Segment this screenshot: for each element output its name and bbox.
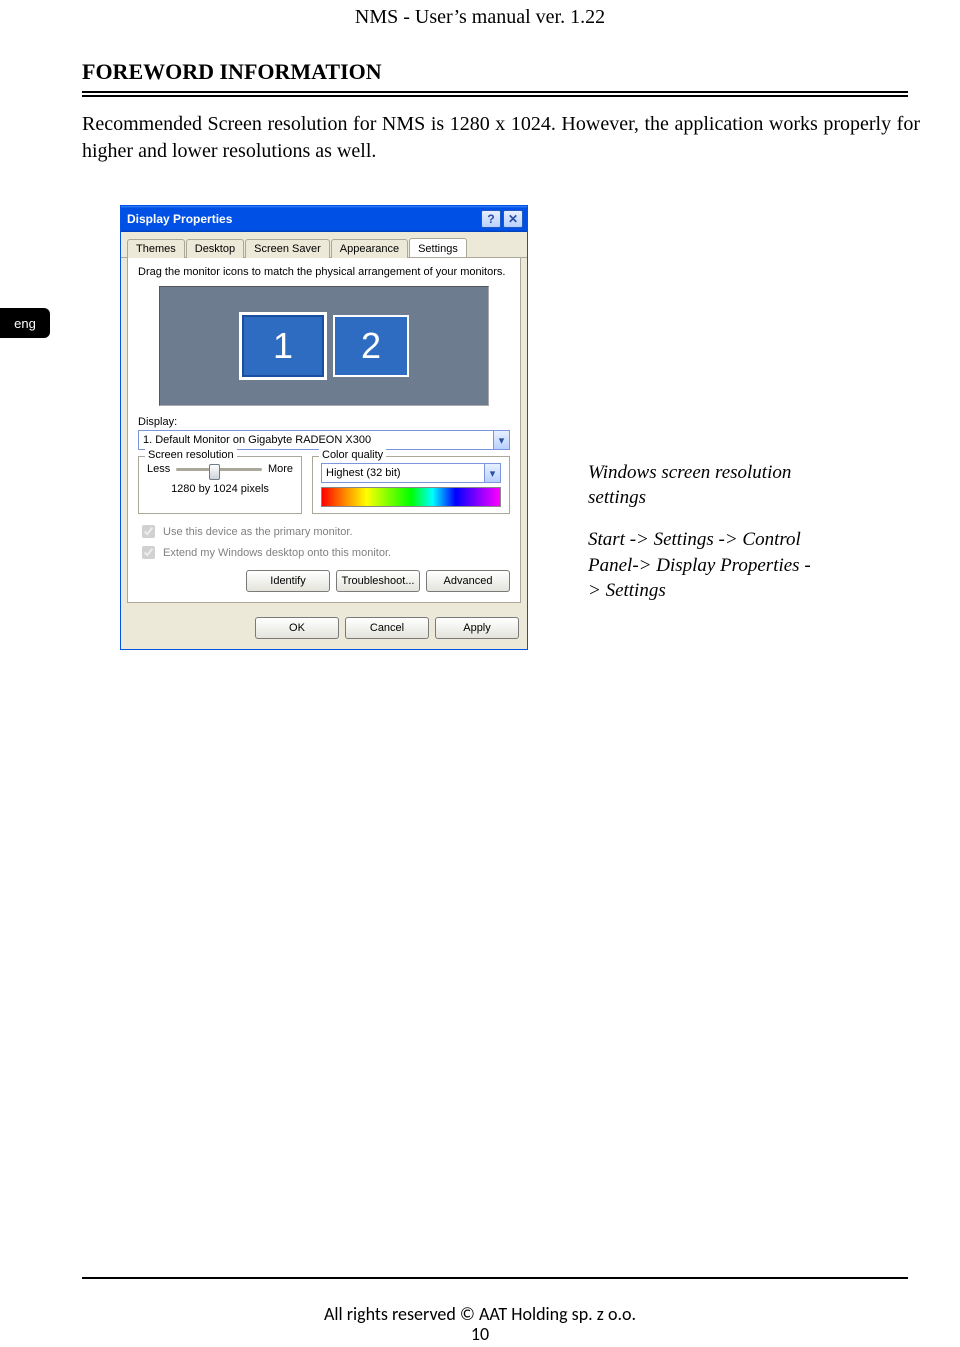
dialog-titlebar[interactable]: Display Properties ? ✕ <box>121 206 527 232</box>
caption-line-1: Windows screen resolution settings <box>588 460 818 511</box>
display-combo[interactable]: 1. Default Monitor on Gigabyte RADEON X3… <box>138 430 510 450</box>
chevron-down-icon[interactable]: ▾ <box>484 464 500 482</box>
footer-copyright: All rights reserved © AAT Holding sp. z … <box>0 1303 960 1325</box>
help-button[interactable]: ? <box>481 210 501 228</box>
primary-monitor-label: Use this device as the primary monitor. <box>163 526 353 538</box>
tab-appearance[interactable]: Appearance <box>331 239 408 258</box>
troubleshoot-button[interactable]: Troubleshoot... <box>336 570 420 592</box>
arrangement-hint: Drag the monitor icons to match the phys… <box>138 266 510 278</box>
body-paragraph: Recommended Screen resolution for NMS is… <box>82 111 920 165</box>
display-label: Display: <box>138 416 510 428</box>
language-tab[interactable]: eng <box>0 308 50 338</box>
monitor-2[interactable]: 2 <box>333 315 409 377</box>
section-title: FOREWORD INFORMATION <box>82 59 960 85</box>
color-quality-value: Highest (32 bit) <box>326 467 401 479</box>
tab-settings[interactable]: Settings <box>409 238 467 257</box>
footer-rule <box>82 1277 908 1279</box>
tab-strip: Themes Desktop Screen Saver Appearance S… <box>121 232 527 258</box>
extend-desktop-label: Extend my Windows desktop onto this moni… <box>163 547 391 559</box>
slider-less-label: Less <box>147 463 170 475</box>
screen-resolution-group: Less More 1280 by 1024 pixels <box>138 456 302 514</box>
monitor-options: Use this device as the primary monitor. … <box>138 522 510 562</box>
tab-panel-settings: Drag the monitor icons to match the phys… <box>127 258 521 603</box>
monitor-arrangement[interactable]: 1 2 <box>159 286 489 406</box>
cancel-button[interactable]: Cancel <box>345 617 429 639</box>
monitor-1[interactable]: 1 <box>239 312 327 380</box>
identify-button[interactable]: Identify <box>246 570 330 592</box>
primary-monitor-checkbox <box>142 525 155 538</box>
slider-track[interactable] <box>176 468 262 471</box>
figure-caption: Windows screen resolution settings Start… <box>588 460 818 620</box>
color-quality-group: Highest (32 bit) ▾ <box>312 456 510 514</box>
caption-line-2: Start -> Settings -> Control Panel-> Dis… <box>588 527 818 604</box>
section-rule <box>82 91 908 97</box>
advanced-button[interactable]: Advanced <box>426 570 510 592</box>
tab-desktop[interactable]: Desktop <box>186 239 244 258</box>
chevron-down-icon[interactable]: ▾ <box>493 431 509 449</box>
resolution-slider[interactable]: Less More <box>147 463 293 475</box>
tab-themes[interactable]: Themes <box>127 239 185 258</box>
resolution-readout: 1280 by 1024 pixels <box>147 483 293 495</box>
display-properties-dialog: Display Properties ? ✕ Themes Desktop Sc… <box>120 205 528 650</box>
close-button[interactable]: ✕ <box>503 210 523 228</box>
page-number: 10 <box>0 1323 960 1345</box>
extend-desktop-checkbox <box>142 546 155 559</box>
slider-more-label: More <box>268 463 293 475</box>
color-gradient <box>321 487 501 507</box>
dialog-title: Display Properties <box>127 212 479 226</box>
page-header: NMS - User’s manual ver. 1.22 <box>0 0 960 29</box>
display-value: 1. Default Monitor on Gigabyte RADEON X3… <box>143 434 371 446</box>
tab-screen-saver[interactable]: Screen Saver <box>245 239 330 258</box>
color-quality-combo[interactable]: Highest (32 bit) ▾ <box>321 463 501 483</box>
apply-button[interactable]: Apply <box>435 617 519 639</box>
ok-button[interactable]: OK <box>255 617 339 639</box>
